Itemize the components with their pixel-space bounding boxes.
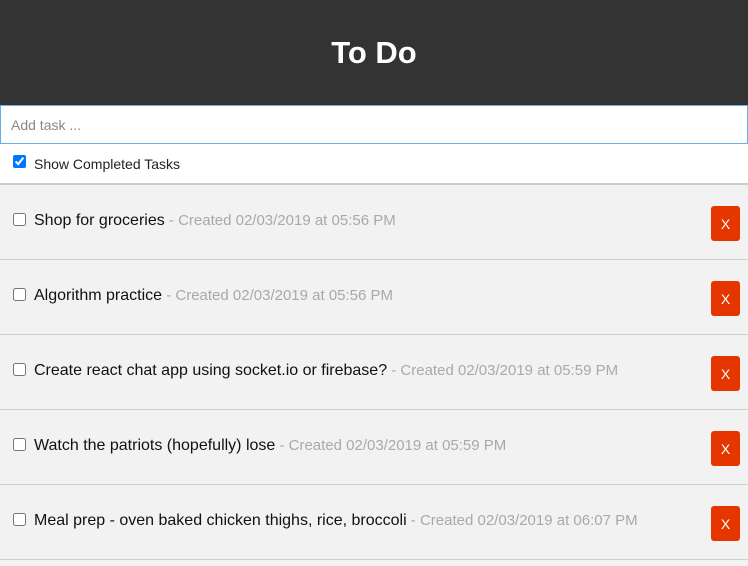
task-title: Meal prep - oven baked chicken thighs, r… [34, 512, 407, 529]
task-text: Algorithm practice - Created 02/03/2019 … [34, 287, 393, 305]
task-item: Algorithm practice - Created 02/03/2019 … [0, 260, 748, 335]
task-text: Watch the patriots (hopefully) lose - Cr… [34, 437, 506, 455]
add-task-input[interactable] [0, 105, 748, 144]
task-title: Shop for groceries [34, 212, 165, 229]
delete-task-button[interactable]: X [711, 506, 740, 541]
task-created-meta: - Created 02/03/2019 at 05:56 PM [162, 287, 394, 304]
filter-bar: Show Completed Tasks [0, 144, 748, 185]
delete-task-button[interactable]: X [711, 281, 740, 316]
app-header: To Do [0, 0, 748, 105]
task-complete-checkbox[interactable] [13, 213, 26, 226]
task-created-meta: - Created 02/03/2019 at 06:07 PM [406, 512, 638, 529]
task-list: Shop for groceries - Created 02/03/2019 … [0, 185, 748, 560]
task-complete-checkbox[interactable] [13, 438, 26, 451]
task-item: Create react chat app using socket.io or… [0, 335, 748, 410]
task-title: Algorithm practice [34, 287, 163, 304]
task-complete-checkbox[interactable] [13, 288, 26, 301]
show-completed-label[interactable]: Show Completed Tasks [34, 156, 180, 172]
show-completed-checkbox[interactable] [13, 155, 26, 168]
task-created-meta: - Created 02/03/2019 at 05:56 PM [164, 212, 396, 229]
task-complete-checkbox[interactable] [13, 363, 26, 376]
task-title: Watch the patriots (hopefully) lose [34, 437, 276, 454]
task-text: Create react chat app using socket.io or… [34, 362, 618, 380]
delete-task-button[interactable]: X [711, 356, 740, 391]
task-text: Meal prep - oven baked chicken thighs, r… [34, 512, 638, 530]
delete-task-button[interactable]: X [711, 431, 740, 466]
task-text: Shop for groceries - Created 02/03/2019 … [34, 212, 396, 230]
task-created-meta: - Created 02/03/2019 at 05:59 PM [275, 437, 507, 454]
task-created-meta: - Created 02/03/2019 at 05:59 PM [387, 362, 619, 379]
task-item: Watch the patriots (hopefully) lose - Cr… [0, 410, 748, 485]
delete-task-button[interactable]: X [711, 206, 740, 241]
task-complete-checkbox[interactable] [13, 513, 26, 526]
task-item: Meal prep - oven baked chicken thighs, r… [0, 485, 748, 560]
page-title: To Do [331, 34, 417, 70]
task-item: Shop for groceries - Created 02/03/2019 … [0, 185, 748, 260]
task-title: Create react chat app using socket.io or… [34, 362, 388, 379]
